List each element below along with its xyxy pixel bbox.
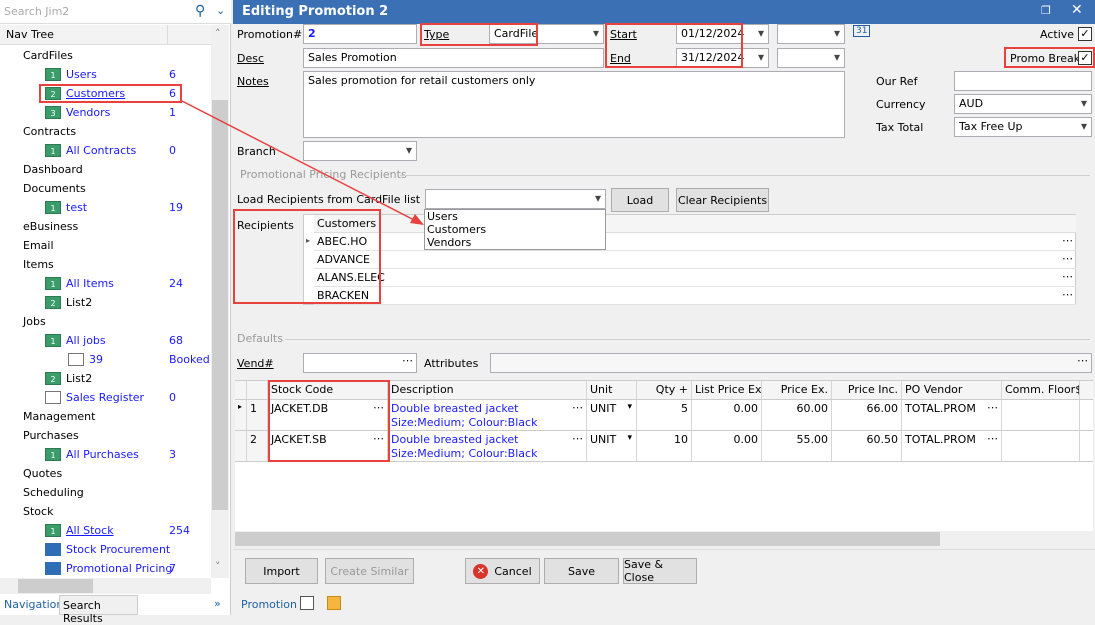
annotation-arrow [181,100,424,225]
